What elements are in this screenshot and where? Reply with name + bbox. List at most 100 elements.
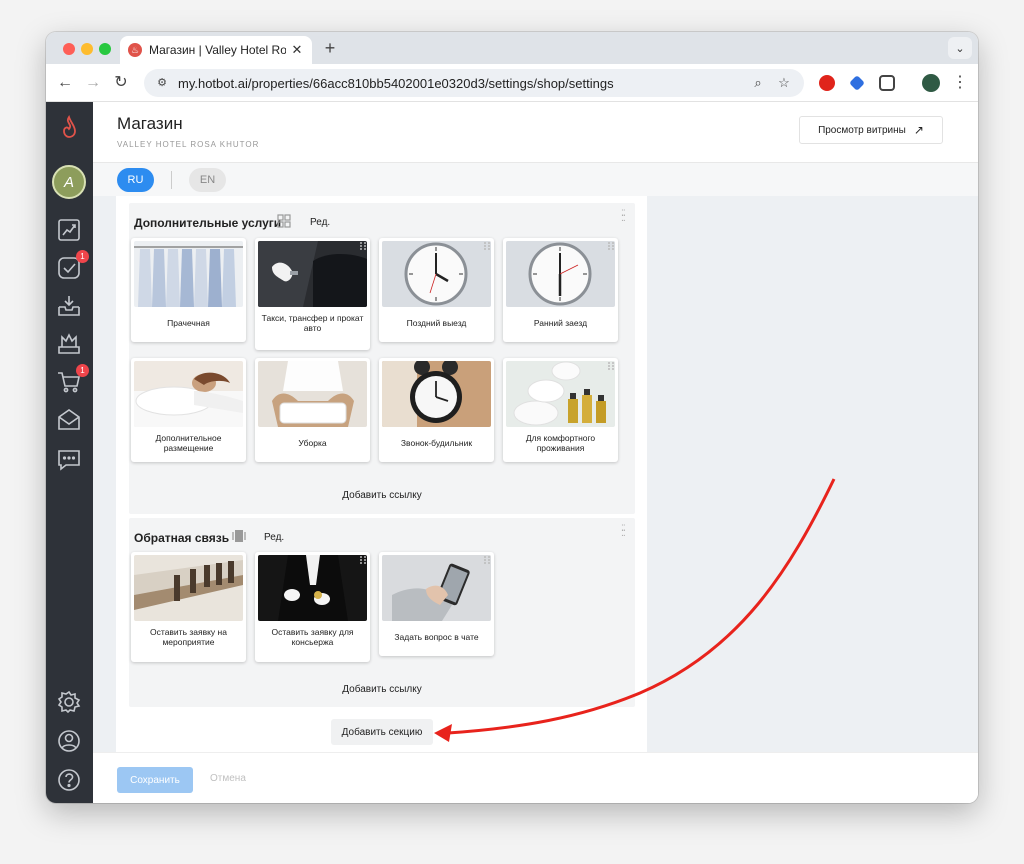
browser-window: ♨ Магазин | Valley Hotel Rosa K ✕ + ⌄ ← … [46, 32, 978, 803]
alarm-clock-image [382, 361, 491, 427]
shop-item-card[interactable]: Оставить заявку для консьержа [255, 552, 370, 662]
language-switcher: RU EN [93, 162, 978, 196]
back-icon[interactable]: ← [54, 72, 76, 94]
drag-handle-icon[interactable] [483, 241, 491, 251]
tasks-badge: 1 [76, 250, 89, 263]
browser-tab[interactable]: ♨ Магазин | Valley Hotel Rosa K ✕ [120, 36, 312, 64]
property-name: VALLEY HOTEL ROSA KHUTOR [117, 140, 260, 149]
close-window-button[interactable] [63, 43, 75, 55]
tab-close-icon[interactable]: ✕ [290, 42, 304, 58]
save-button[interactable]: Сохранить [117, 767, 193, 793]
card-label: Задать вопрос в чате [394, 632, 479, 642]
section-edit-button[interactable]: Ред. [310, 217, 330, 228]
drag-handle-icon[interactable] [607, 241, 615, 251]
sidebar: A 1 1 [46, 102, 93, 803]
profile-avatar[interactable] [922, 74, 940, 92]
drag-handle-icon[interactable] [483, 555, 491, 565]
towels-image [258, 361, 367, 427]
property-avatar[interactable]: A [52, 165, 86, 199]
grid-layout-icon[interactable] [276, 213, 292, 229]
drag-handle-icon[interactable]: ⁚⁚ ⁚⁚ [621, 524, 629, 538]
clock-image [506, 241, 615, 307]
site-settings-icon[interactable]: ⚙ [154, 75, 170, 91]
tab-bar: ♨ Магазин | Valley Hotel Rosa K ✕ + ⌄ [46, 32, 978, 64]
language-ru-button[interactable]: RU [117, 168, 154, 192]
cart-badge: 1 [76, 364, 89, 377]
shop-item-card[interactable]: Прачечная [131, 238, 246, 342]
shop-item-card[interactable]: Оставить заявку на мероприятие [131, 552, 246, 662]
drag-handle-icon[interactable] [607, 361, 615, 371]
tab-title: Магазин | Valley Hotel Rosa K [149, 43, 286, 57]
drag-handle-icon[interactable] [359, 241, 367, 251]
preview-label: Просмотр витрины [818, 124, 906, 136]
browser-menu-icon[interactable]: ⋮ [949, 72, 971, 94]
hotbot-logo-icon[interactable] [56, 114, 82, 140]
maximize-window-button[interactable] [99, 43, 111, 55]
card-label: Поздний выезд [406, 318, 467, 328]
shop-item-card[interactable]: Такси, трансфер и прокат авто [255, 238, 370, 350]
sections-editor: Дополнительные услуги Ред. ⁚⁚ ⁚⁚ Прачечн… [116, 196, 647, 752]
page-title: Магазин [117, 114, 183, 133]
shop-item-card[interactable]: Задать вопрос в чате [379, 552, 494, 656]
card-label: Для комфортного проживания [525, 433, 596, 453]
shop-item-card[interactable]: Ранний заезд [503, 238, 618, 342]
inbox-icon[interactable] [56, 293, 82, 319]
reload-icon[interactable]: ↻ [110, 72, 132, 94]
external-link-icon: ↗ [913, 123, 924, 137]
tab-search-button[interactable]: ⌄ [948, 37, 972, 59]
shop-editor-area: Дополнительные услуги Ред. ⁚⁚ ⁚⁚ Прачечн… [93, 196, 978, 752]
drag-handle-icon[interactable]: ⁚⁚ ⁚⁚ [621, 209, 629, 223]
sleeping-woman-image [134, 361, 243, 427]
card-label: Уборка [298, 438, 327, 448]
bookmark-star-icon[interactable]: ☆ [776, 75, 792, 91]
card-label: Оставить заявку для консьержа [271, 627, 354, 647]
premium-icon[interactable] [56, 331, 82, 357]
carousel-layout-icon[interactable] [231, 528, 247, 544]
add-section-button[interactable]: Добавить секцию [331, 719, 433, 745]
toiletries-image [506, 361, 615, 427]
tag-extension-icon[interactable] [849, 75, 865, 91]
avatar-letter: A [63, 173, 74, 191]
card-label: Дополнительное размещение [155, 433, 222, 453]
help-icon[interactable] [56, 767, 82, 793]
card-label: Оставить заявку на мероприятие [150, 627, 227, 647]
section-edit-button[interactable]: Ред. [264, 532, 284, 543]
zoom-icon[interactable]: ⌕ [750, 75, 766, 91]
new-tab-button[interactable]: + [320, 38, 340, 59]
shop-item-card[interactable]: Поздний выезд [379, 238, 494, 342]
chat-icon[interactable] [56, 447, 82, 473]
divider [171, 171, 172, 189]
card-label: Ранний заезд [533, 318, 588, 328]
hotbot-app: A 1 1 Магазин VALLEY HOTEL ROSA KHUTOR П… [46, 102, 978, 803]
cancel-button[interactable]: Отмена [210, 773, 246, 784]
add-link-button[interactable]: Добавить ссылку [129, 684, 635, 695]
shop-item-card[interactable]: Для комфортного проживания [503, 358, 618, 462]
shop-item-card[interactable]: Дополнительное размещение [131, 358, 246, 462]
drag-handle-icon[interactable] [359, 555, 367, 565]
card-label: Звонок-будильник [400, 438, 473, 448]
laundry-image [134, 241, 243, 307]
storefront-preview-button[interactable]: Просмотр витрины ↗ [799, 116, 943, 144]
mail-icon[interactable] [56, 407, 82, 433]
section-title: Обратная связь [134, 531, 230, 545]
clock-image [382, 241, 491, 307]
hotbot-favicon-icon: ♨ [128, 43, 142, 57]
main-panel: Магазин VALLEY HOTEL ROSA KHUTOR Просмот… [93, 102, 978, 803]
url-text: my.hotbot.ai/properties/66acc810bb540200… [178, 75, 614, 91]
opera-extension-icon[interactable] [819, 75, 835, 91]
minimize-window-button[interactable] [81, 43, 93, 55]
address-bar: ← → ↻ ⚙ my.hotbot.ai/properties/66acc810… [46, 64, 978, 102]
conference-room-image [134, 555, 243, 621]
extensions-puzzle-icon[interactable] [879, 75, 895, 91]
language-en-button[interactable]: EN [189, 168, 226, 192]
url-field[interactable]: ⚙ my.hotbot.ai/properties/66acc810bb5402… [144, 69, 804, 97]
settings-gear-icon[interactable] [56, 689, 82, 715]
phone-chat-image [382, 555, 491, 621]
add-link-button[interactable]: Добавить ссылку [129, 490, 635, 501]
forward-icon[interactable]: → [82, 72, 104, 94]
shop-item-card[interactable]: Звонок-будильник [379, 358, 494, 462]
section-feedback: Обратная связь Ред. ⁚⁚ ⁚⁚ Оставить заявку… [129, 518, 635, 707]
shop-item-card[interactable]: Уборка [255, 358, 370, 462]
account-icon[interactable] [56, 728, 82, 754]
analytics-icon[interactable] [56, 217, 82, 243]
